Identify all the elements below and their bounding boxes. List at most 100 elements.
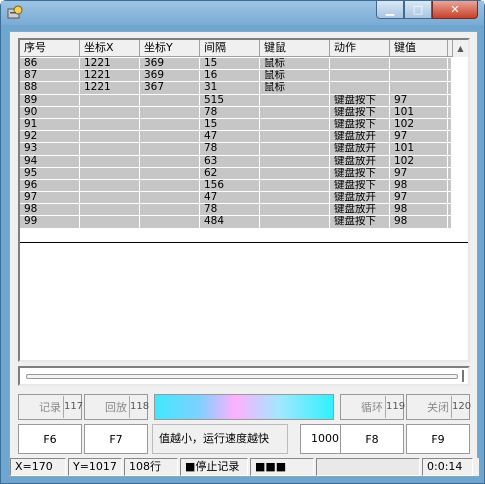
table-cell: 99: [20, 216, 80, 228]
table-cell: 15: [200, 58, 260, 70]
table-cell: 47: [200, 131, 260, 143]
table-row[interactable]: 91 15 键盘按下 102: [20, 118, 451, 132]
table-cell: 键盘按下: [330, 216, 390, 228]
playback-button[interactable]: 回放 118: [84, 394, 149, 420]
record-hotkey[interactable]: F6: [18, 424, 82, 454]
column-header-index[interactable]: 序号: [20, 40, 80, 57]
close-button[interactable]: 关闭 120: [406, 394, 471, 420]
column-header-action[interactable]: 动作: [330, 40, 390, 57]
minimize-icon: ▁: [385, 3, 395, 16]
table-cell: 93: [20, 143, 80, 155]
loop-button[interactable]: 循环 119: [340, 394, 405, 420]
column-header-device[interactable]: 键鼠: [260, 40, 330, 57]
table-cell: 63: [200, 155, 260, 167]
table-row[interactable]: 92 47 键盘放开 97: [20, 131, 451, 144]
table-cell: 鼠标: [260, 82, 330, 94]
table-cell: 97: [390, 167, 448, 179]
close-window-button[interactable]: ✕: [432, 1, 478, 19]
table-cell: 键盘按下: [330, 118, 390, 131]
maximize-icon: □: [412, 3, 424, 16]
table-cell: [260, 179, 330, 192]
record-code: 117: [63, 396, 83, 418]
table-cell: 98: [20, 204, 80, 216]
column-header-y[interactable]: 坐标Y: [140, 40, 200, 57]
record-list[interactable]: 序号 坐标X 坐标Y 间隔 键鼠 动作 键值 ▲ 86 1221 369 15 鼠标 87…: [18, 38, 470, 362]
table-cell: 97: [390, 131, 448, 143]
status-x: X=170: [10, 458, 66, 476]
table-row[interactable]: 97 47 键盘放开 97: [20, 192, 451, 205]
playback-hotkey[interactable]: F7: [84, 424, 148, 454]
table-cell: 78: [200, 204, 260, 216]
table-row[interactable]: 87 1221 369 16 鼠标: [20, 70, 451, 83]
table-cell: 515: [200, 94, 260, 106]
list-divider: [20, 242, 468, 243]
table-cell: [260, 106, 330, 118]
app-icon: [7, 5, 23, 19]
slider-thumb[interactable]: [462, 370, 464, 382]
table-cell: [260, 167, 330, 179]
table-cell: [260, 131, 330, 143]
table-cell: [390, 82, 448, 94]
table-cell: 1221: [80, 82, 140, 94]
table-row[interactable]: 90 78 键盘按下 101: [20, 106, 451, 119]
table-cell: 98: [390, 179, 448, 192]
close-label: 关闭: [427, 401, 449, 414]
table-cell: [140, 143, 200, 155]
speed-hint: 值越小，运行速度越快: [152, 424, 288, 454]
table-row[interactable]: 89 515 键盘按下 97: [20, 94, 451, 107]
maximize-button[interactable]: □: [404, 1, 432, 19]
table-cell: [80, 204, 140, 216]
title-bar[interactable]: ▁ □ ✕: [1, 1, 484, 25]
app-window: ▁ □ ✕ 序号 坐标X 坐标Y 间隔 键鼠 动作 键值 ▲ 86 1221 369…: [0, 0, 485, 484]
table-cell: 97: [390, 94, 448, 106]
table-cell: [260, 118, 330, 131]
status-y: Y=1017: [68, 458, 122, 476]
record-button[interactable]: 记录 117: [18, 394, 83, 420]
table-cell: 89: [20, 94, 80, 106]
table-row[interactable]: 86 1221 369 15 鼠标: [20, 58, 451, 71]
table-cell: [260, 143, 330, 155]
table-cell: 键盘放开: [330, 192, 390, 204]
table-cell: [260, 94, 330, 106]
table-cell: 16: [200, 70, 260, 82]
slider-track[interactable]: [26, 374, 458, 379]
table-row[interactable]: 93 78 键盘放开 101: [20, 143, 451, 156]
table-cell: [140, 106, 200, 118]
scroll-up-icon: ▲: [457, 44, 464, 53]
table-cell: 键盘放开: [330, 204, 390, 216]
table-row[interactable]: 98 78 键盘放开 98: [20, 204, 451, 217]
table-row[interactable]: 95 62 键盘按下 97: [20, 167, 451, 180]
table-cell: 1221: [80, 58, 140, 70]
status-bar: X=170 Y=1017 108行 ■停止记录 ■■■ 0:0:14: [10, 458, 479, 476]
table-cell: [80, 192, 140, 204]
scroll-up-button[interactable]: ▲: [452, 40, 468, 57]
status-dim-field: [316, 458, 420, 476]
table-row[interactable]: 96 156 键盘按下 98: [20, 179, 451, 193]
table-cell: [80, 216, 140, 228]
list-rows: 86 1221 369 15 鼠标 87 1221 369 16 鼠标 88 1221 367 31 鼠标 8…: [20, 58, 451, 241]
table-row[interactable]: 88 1221 367 31 鼠标: [20, 82, 451, 95]
speed-input[interactable]: 1000: [300, 424, 344, 454]
table-cell: 鼠标: [260, 58, 330, 70]
close-hotkey[interactable]: F9: [406, 424, 470, 454]
minimize-button[interactable]: ▁: [376, 1, 404, 19]
table-cell: 15: [200, 118, 260, 131]
table-row[interactable]: 94 63 键盘放开 102: [20, 155, 451, 168]
table-cell: [80, 94, 140, 106]
table-cell: [140, 216, 200, 228]
table-cell: 键盘按下: [330, 94, 390, 106]
table-cell: 47: [200, 192, 260, 204]
table-cell: [140, 192, 200, 204]
position-slider[interactable]: [18, 366, 470, 386]
table-cell: 键盘放开: [330, 131, 390, 143]
table-cell: 367: [140, 82, 200, 94]
table-cell: 97: [20, 192, 80, 204]
column-header-x[interactable]: 坐标X: [80, 40, 140, 57]
table-cell: 369: [140, 58, 200, 70]
column-header-keyvalue[interactable]: 键值: [390, 40, 448, 57]
loop-hotkey[interactable]: F8: [340, 424, 404, 454]
table-cell: 91: [20, 118, 80, 131]
playback-label: 回放: [105, 401, 127, 414]
column-header-interval[interactable]: 间隔: [200, 40, 260, 57]
table-row[interactable]: 99 484 键盘按下 98: [20, 216, 451, 229]
